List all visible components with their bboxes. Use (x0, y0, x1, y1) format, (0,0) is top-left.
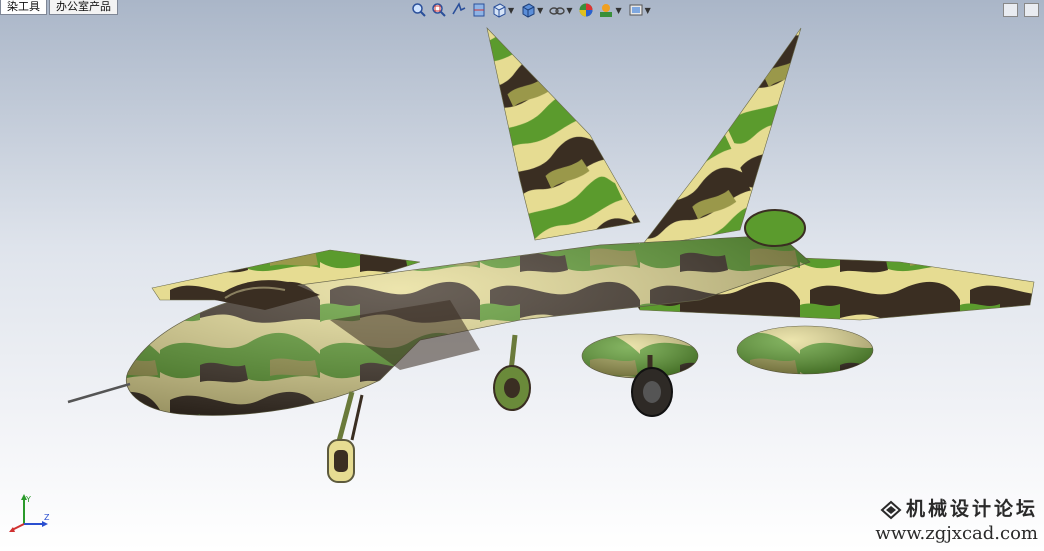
view-orientation-icon[interactable] (490, 1, 508, 19)
chevron-down-icon[interactable]: ▼ (645, 6, 651, 15)
forum-logo-icon (880, 500, 902, 520)
watermark: 机械设计论坛 www.zgjxcad.com (848, 494, 1038, 544)
graphics-area[interactable] (0, 0, 1044, 551)
hide-show-items-icon[interactable] (548, 1, 566, 19)
drop-tank-left (581, 333, 699, 379)
triad-z-label: Z (44, 513, 50, 522)
watermark-title: 机械设计论坛 (905, 498, 1038, 520)
tab-render-tools[interactable]: 染工具 (0, 0, 47, 15)
engine-nozzle (744, 209, 806, 247)
chevron-down-icon[interactable]: ▼ (537, 6, 543, 15)
display-style-icon[interactable] (519, 1, 537, 19)
pitot-probe (67, 382, 131, 404)
apply-scene-icon[interactable] (597, 1, 615, 19)
restore-viewport-icon[interactable] (1003, 3, 1018, 17)
heads-up-view-toolbar: ▼ ▼ ▼ ▼ ▼ (410, 0, 654, 20)
drop-tank-right (736, 325, 874, 375)
aircraft-model[interactable] (67, 27, 1035, 483)
tab-office-products[interactable]: 办公室产品 (49, 0, 118, 15)
reference-triad: Y Z (9, 494, 50, 532)
zoom-area-icon[interactable] (430, 1, 448, 19)
command-manager-tabs: 染工具 办公室产品 (0, 0, 120, 15)
previous-view-icon[interactable] (450, 1, 468, 19)
tail-fin-left (486, 27, 641, 241)
chevron-down-icon[interactable]: ▼ (615, 6, 621, 15)
section-view-icon[interactable] (470, 1, 488, 19)
nose-landing-gear (327, 391, 364, 483)
chevron-down-icon[interactable]: ▼ (566, 6, 572, 15)
chevron-down-icon[interactable]: ▼ (508, 6, 514, 15)
zoom-to-fit-icon[interactable] (410, 1, 428, 19)
view-settings-icon[interactable] (627, 1, 645, 19)
triad-y-label: Y (25, 495, 31, 504)
edit-appearance-icon[interactable] (577, 1, 595, 19)
watermark-url: www.zgjxcad.com (875, 523, 1038, 544)
maximize-viewport-icon[interactable] (1024, 3, 1039, 17)
